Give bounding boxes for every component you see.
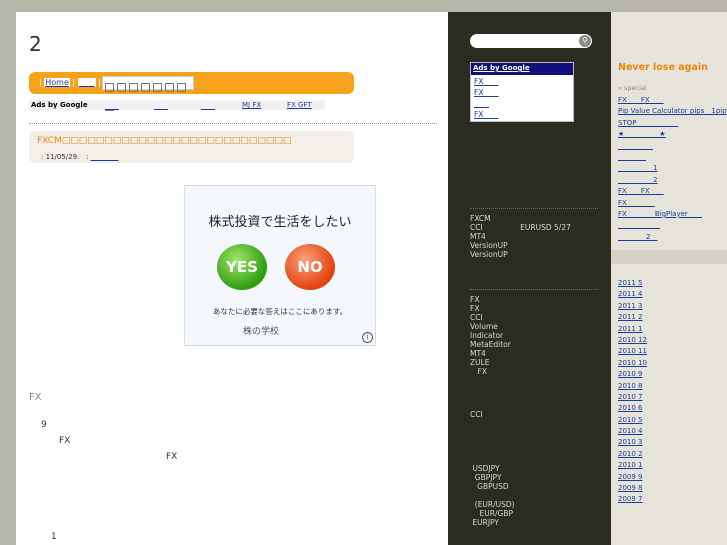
tag-list[interactable]: CCI bbox=[470, 410, 483, 419]
search-input[interactable]: ⚲ bbox=[470, 34, 592, 48]
archive-link[interactable]: 2010 4 bbox=[618, 427, 647, 438]
archive-link[interactable]: 2010 8 bbox=[618, 382, 647, 393]
ads-label: Ads by Google bbox=[31, 101, 88, 109]
ads-label[interactable]: Ads by Google bbox=[471, 63, 573, 75]
share-icon[interactable] bbox=[117, 83, 126, 92]
tag-icon[interactable] bbox=[141, 83, 150, 92]
no-button[interactable]: NO bbox=[285, 244, 335, 290]
archive-link[interactable]: 2010 1 bbox=[618, 461, 647, 472]
sidebar-link[interactable]: STOP bbox=[618, 118, 727, 129]
banner-logo: 株の学校 bbox=[243, 327, 280, 337]
archive-link[interactable]: 2010 3 bbox=[618, 438, 647, 449]
body-text: 1 bbox=[51, 532, 57, 542]
section-heading: FX bbox=[29, 392, 42, 403]
sidebar-link[interactable]: FX bbox=[618, 198, 727, 209]
archive-link[interactable]: 2010 11 bbox=[618, 347, 647, 358]
dark-sidebar: ⚲ Ads by Google FX FX FX FXCM CCI EURUSD… bbox=[448, 12, 611, 545]
sidebar-link[interactable] bbox=[618, 220, 727, 231]
sidebar-link[interactable]: FX FX bbox=[618, 186, 727, 197]
archive-link[interactable]: 2011 5 bbox=[618, 279, 647, 290]
sidebar-link[interactable]: 2 bbox=[618, 232, 727, 243]
ad-link[interactable] bbox=[154, 101, 168, 111]
pen-icon[interactable] bbox=[153, 83, 162, 92]
bookmark-icon[interactable] bbox=[105, 83, 114, 92]
archive-link[interactable]: 2009 9 bbox=[618, 473, 647, 484]
divider bbox=[470, 289, 598, 290]
divider bbox=[29, 123, 437, 124]
author-link[interactable] bbox=[91, 153, 119, 161]
ad-link[interactable]: FX bbox=[471, 86, 573, 97]
banner-subtext: あなたに必要な答えはここにあります。 bbox=[212, 307, 348, 316]
ad-link[interactable] bbox=[105, 101, 119, 111]
special-links: FX FX Pip Value Calculator pips 1pip STO… bbox=[618, 95, 727, 243]
page-title: 2 bbox=[29, 32, 42, 56]
ad-banner[interactable]: 株式投資で生活をしたい YES NO あなたに必要な答えはここにあります。 株の… bbox=[184, 185, 376, 346]
bookmark-toolbar[interactable] bbox=[102, 76, 194, 111]
currency-list[interactable]: USDJPY GBPJPY GBPUSD (EUR/USD) EUR/GBP E… bbox=[470, 464, 514, 527]
archive-link[interactable]: 2010 9 bbox=[618, 370, 647, 381]
archive-link[interactable]: 2011 2 bbox=[618, 313, 647, 324]
category-list[interactable]: FX FX CCI Volume Indicator MetaEditor MT… bbox=[470, 295, 511, 376]
ad-link[interactable] bbox=[471, 97, 573, 108]
ad-link[interactable]: FX GFT bbox=[287, 101, 312, 109]
sidebar-link[interactable]: FX FX bbox=[618, 95, 727, 106]
divider bbox=[611, 250, 727, 264]
sidebar-title: Never lose again bbox=[618, 62, 708, 73]
divider bbox=[470, 208, 598, 209]
sidebar-ad-box: Ads by Google FX FX FX bbox=[470, 62, 574, 122]
main-content: 2 | Home | | Ads by Google MJ FX FX GFT … bbox=[16, 12, 448, 545]
archive-link[interactable]: 2010 12 bbox=[618, 336, 647, 347]
archive-link[interactable]: 2010 5 bbox=[618, 416, 647, 427]
archive-link[interactable]: 2009 7 bbox=[618, 495, 647, 506]
sidebar-link[interactable] bbox=[618, 141, 727, 152]
archive-link[interactable]: 2011 3 bbox=[618, 302, 647, 313]
yes-button[interactable]: YES bbox=[217, 244, 267, 290]
body-text: FX bbox=[59, 436, 71, 446]
ads-row: Ads by Google MJ FX FX GFT bbox=[29, 100, 325, 110]
top-bar bbox=[0, 0, 727, 12]
post-title[interactable]: FXCM□□□□□□□□□□□□□□□□□□□□□□□□□□□ bbox=[37, 136, 291, 146]
archive-link[interactable]: 2010 7 bbox=[618, 393, 647, 404]
archive-link[interactable]: 2010 2 bbox=[618, 450, 647, 461]
archive-list: 2011 5 2011 4 2011 3 2011 2 2011 1 2010 … bbox=[618, 279, 647, 507]
archive-link[interactable]: 2010 6 bbox=[618, 404, 647, 415]
archive-link[interactable]: 2009 8 bbox=[618, 484, 647, 495]
sidebar-link[interactable]: ★ ★ bbox=[618, 129, 727, 140]
home-link[interactable]: | Home | | bbox=[39, 77, 101, 88]
search-icon[interactable]: ⚲ bbox=[579, 35, 591, 47]
body-text: 9 bbox=[41, 420, 47, 430]
mail-icon[interactable] bbox=[165, 83, 174, 92]
special-label: » special bbox=[618, 84, 647, 92]
nav-bar: | Home | | bbox=[29, 72, 354, 111]
recent-entries[interactable]: FXCM CCI EURUSD 5/27 MT4 VersionUP Versi… bbox=[470, 214, 571, 259]
sidebar-link[interactable]: FX BigPlayer bbox=[618, 209, 727, 220]
sidebar-link[interactable]: 2 bbox=[618, 175, 727, 186]
ad-link[interactable]: FX bbox=[471, 75, 573, 86]
banner-question: 株式投資で生活をしたい bbox=[208, 215, 352, 230]
rss-icon[interactable] bbox=[129, 83, 138, 92]
check-icon[interactable] bbox=[177, 83, 186, 92]
archive-link[interactable]: 2010 10 bbox=[618, 359, 647, 370]
sidebar-link[interactable]: 1 bbox=[618, 163, 727, 174]
post-header: FXCM□□□□□□□□□□□□□□□□□□□□□□□□□□□ : 11/05/… bbox=[29, 131, 354, 163]
archive-link[interactable]: 2011 4 bbox=[618, 290, 647, 301]
sidebar-link[interactable]: Pip Value Calculator pips 1pip bbox=[618, 106, 727, 117]
sidebar-link[interactable] bbox=[618, 152, 727, 163]
info-icon[interactable]: i bbox=[362, 332, 373, 343]
post-meta: : 11/05/29. : bbox=[41, 152, 119, 162]
ad-link[interactable]: MJ FX bbox=[242, 101, 261, 109]
ad-link[interactable] bbox=[201, 101, 215, 111]
ad-link[interactable]: FX bbox=[471, 108, 573, 119]
right-sidebar: Never lose again » special FX FX Pip Val… bbox=[611, 12, 727, 545]
archive-link[interactable]: 2011 1 bbox=[618, 325, 647, 336]
body-text: FX bbox=[166, 452, 178, 462]
